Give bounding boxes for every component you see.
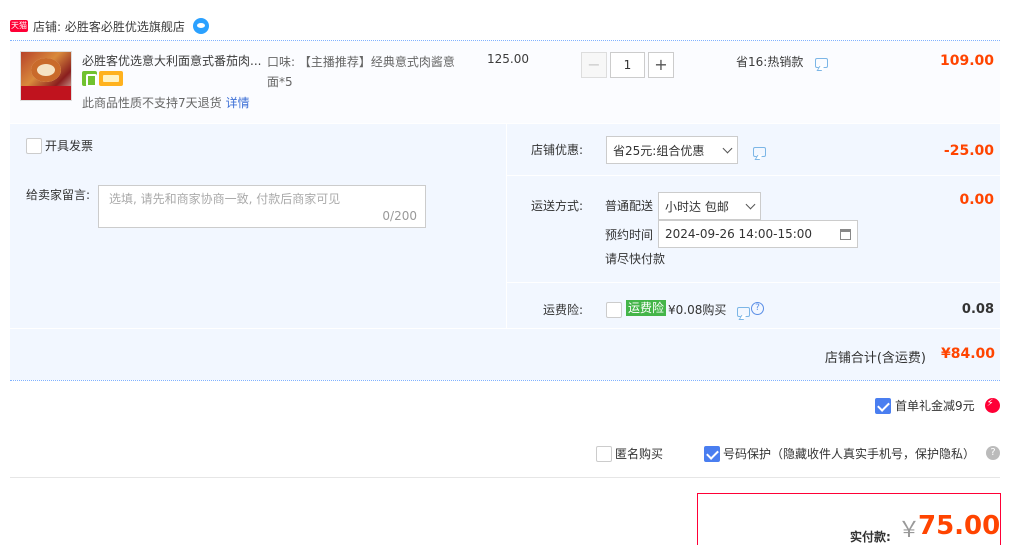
anonymous-label: 匿名购买 (615, 447, 664, 461)
item-total: 109.00 (939, 53, 994, 69)
shop-discount-amount: -25.00 (943, 143, 994, 159)
chevron-down-icon (722, 143, 733, 153)
invoice-option[interactable]: 开具发票 (26, 137, 93, 154)
remark-label: 给卖家留言: (26, 188, 91, 202)
pay-label: 实付款: (850, 530, 891, 544)
shipping-amount: 0.00 (959, 192, 994, 208)
return-notice-text: 此商品性质不支持7天退货 (82, 96, 222, 110)
shop-discount-row: 店铺优惠: 省25元:组合优惠 -25.00 (507, 124, 1000, 175)
service-icon[interactable] (82, 71, 97, 87)
insurance-label: 运费险: (543, 303, 584, 317)
lightning-icon (984, 398, 1000, 413)
qty-input[interactable]: 1 (610, 52, 645, 78)
card-icon[interactable] (99, 71, 123, 86)
calendar-icon (840, 228, 851, 240)
return-notice: 此商品性质不支持7天退货 详情 (82, 94, 250, 111)
divider (10, 380, 1000, 381)
delivery-time-select[interactable]: 2024-09-26 14:00-15:00 (658, 220, 858, 248)
pay-amount: 75.00 (918, 511, 1001, 541)
details-link[interactable]: 详情 (226, 96, 250, 110)
insurance-amount: 0.08 (961, 302, 994, 317)
shop-name[interactable]: 店铺: 必胜客必胜优选旗舰店 (33, 18, 185, 35)
shop-discount-select[interactable]: 省25元:组合优惠 (606, 136, 738, 164)
shop-discount-label: 店铺优惠: (531, 143, 584, 157)
sku-info: 口味: 【主播推荐】经典意式肉酱意面*5 (267, 55, 455, 89)
store-total-row: 店铺合计(含运费) ¥84.00 (10, 329, 1000, 380)
store-total-amount: ¥84.00 (940, 346, 995, 362)
shipping-row: 运送方式: 普通配送 小时达 包邮 预约时间 2024-09-26 14:00-… (507, 176, 1000, 282)
tmall-badge: 天猫 (10, 20, 28, 32)
promo-save: 省16:热销款 (736, 53, 829, 70)
insurance-row: 运费险: 运费险 ¥0.08购买 ? 0.08 (507, 283, 1000, 328)
product-title[interactable]: 必胜客优选意大利面意式番茄肉... (82, 52, 262, 69)
remark-placeholder: 选填, 请先和商家协商一致, 付款后商家可见 (109, 192, 341, 206)
product-thumbnail[interactable] (20, 51, 72, 101)
anonymous-checkbox[interactable] (596, 445, 612, 462)
insurance-tag: 运费险 (626, 300, 667, 316)
unit-price: 125.00 (487, 52, 529, 66)
pay-soon-note: 请尽快付款 (605, 252, 666, 266)
divider (10, 477, 1000, 478)
first-gift-label: 首单礼金减9元 (895, 399, 975, 413)
time-label: 预约时间 (605, 228, 654, 242)
invoice-label: 开具发票 (45, 139, 94, 153)
currency-symbol: ￥ (898, 518, 921, 543)
shipping-label: 运送方式: (531, 199, 584, 213)
insurance-checkbox[interactable] (606, 302, 622, 318)
first-order-gift[interactable]: 首单礼金减9元 (875, 397, 1000, 414)
shipping-option: 小时达 包邮 (665, 199, 729, 214)
quantity-stepper: − 1 + (581, 52, 674, 78)
comment-icon[interactable] (753, 146, 766, 157)
promo-icons (82, 71, 123, 87)
insurance-price: ¥0.08购买 (668, 303, 727, 317)
chat-icon[interactable] (192, 18, 209, 34)
delivery-time-value: 2024-09-26 14:00-15:00 (665, 227, 813, 241)
number-protect-checkbox[interactable] (704, 445, 720, 462)
number-protect-option[interactable]: 号码保护（隐藏收件人真实手机号，保护隐私） (704, 445, 975, 462)
qty-minus-button[interactable]: − (581, 52, 607, 78)
help-icon[interactable]: ? (751, 302, 764, 315)
shipping-select[interactable]: 小时达 包邮 (658, 192, 761, 220)
comment-icon[interactable] (815, 57, 829, 68)
shop-discount-value: 省25元:组合优惠 (613, 143, 705, 158)
number-protect-label: 号码保护（隐藏收件人真实手机号，保护隐私） (723, 447, 976, 461)
help-icon[interactable]: ? (986, 446, 1000, 460)
comment-icon[interactable] (737, 306, 750, 317)
store-total-label: 店铺合计(含运费) (824, 351, 926, 366)
payment-summary: 实付款: ￥ 75.00 (697, 493, 1001, 545)
chevron-down-icon (745, 199, 756, 209)
thumbnail-banner (21, 86, 71, 100)
shipping-method: 普通配送 (605, 199, 654, 213)
anonymous-option[interactable]: 匿名购买 (596, 445, 663, 462)
promo-save-text: 省16:热销款 (736, 55, 804, 69)
first-gift-checkbox[interactable] (875, 397, 891, 414)
remark-textarea[interactable]: 选填, 请先和商家协商一致, 付款后商家可见 0/200 (98, 185, 426, 228)
qty-plus-button[interactable]: + (648, 52, 674, 78)
remark-count: 0/200 (382, 209, 417, 223)
pasta-plate-image (31, 58, 61, 82)
shop-header: 天猫 店铺: 必胜客必胜优选旗舰店 (10, 16, 209, 36)
invoice-checkbox[interactable] (26, 137, 42, 154)
